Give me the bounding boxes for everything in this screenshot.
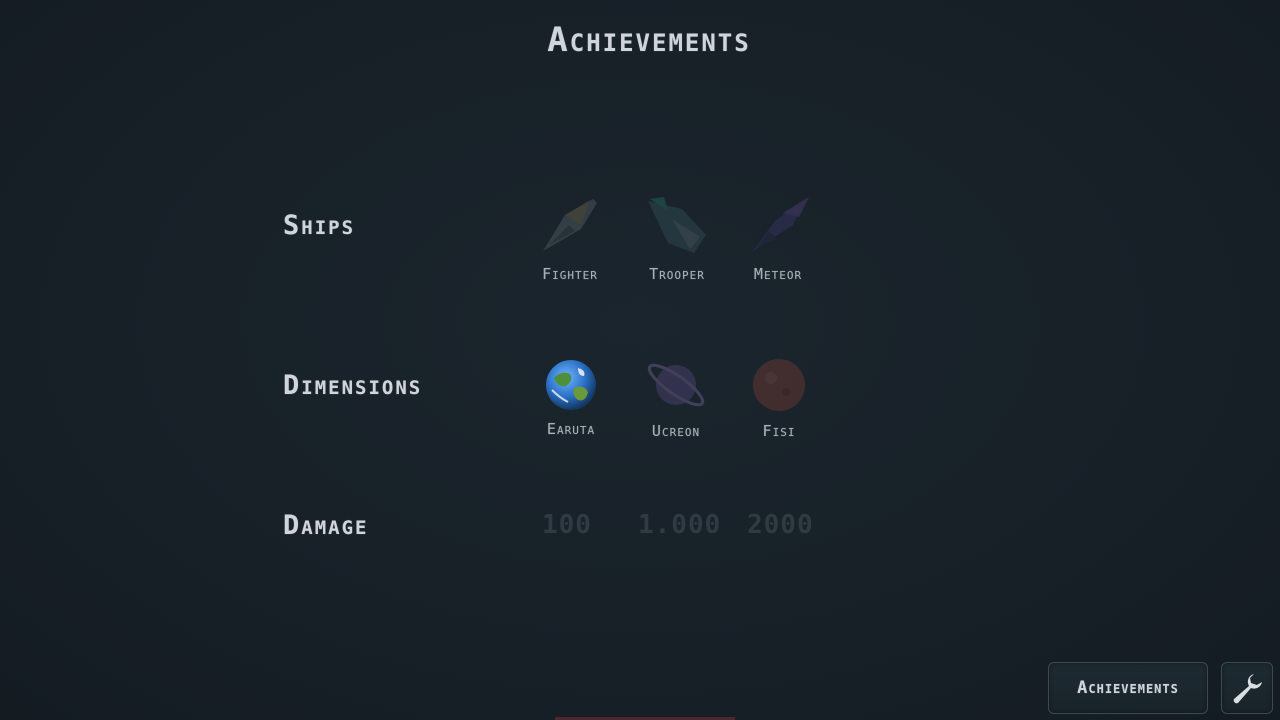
fighter-label: Fighter xyxy=(542,265,598,283)
red-planet-icon xyxy=(753,359,805,411)
fisi-label: Fisi xyxy=(762,422,796,440)
damage-milestone-2000[interactable]: 2000 xyxy=(747,510,814,540)
meteor-ship-icon xyxy=(753,197,809,251)
trooper-ship-icon xyxy=(648,197,706,253)
ships-row-label: Ships xyxy=(283,210,356,241)
damage-milestone-100[interactable]: 100 xyxy=(542,510,592,540)
achievement-ship-fighter[interactable]: Fighter xyxy=(515,195,625,283)
damage-milestone-1000[interactable]: 1.000 xyxy=(638,510,721,540)
achievements-screen: Achievements Ships Fighter Trooper Meteo… xyxy=(0,0,1280,720)
achievements-button[interactable]: Achievements xyxy=(1048,662,1208,714)
achievement-ship-trooper[interactable]: Trooper xyxy=(622,195,732,283)
achievement-dimension-fisi[interactable]: Fisi xyxy=(724,356,834,440)
meteor-label: Meteor xyxy=(753,265,803,283)
trooper-label: Trooper xyxy=(649,265,705,283)
ucreon-label: Ucreon xyxy=(651,422,701,440)
achievement-ship-meteor[interactable]: Meteor xyxy=(723,195,833,283)
earth-planet-icon xyxy=(546,360,596,410)
earuta-label: Earuta xyxy=(546,420,596,438)
wrench-icon xyxy=(1233,674,1262,704)
achievements-button-label: Achievements xyxy=(1077,678,1179,698)
damage-row-label: Damage xyxy=(283,510,369,541)
dimensions-row-label: Dimensions xyxy=(283,370,423,401)
page-title: Achievements xyxy=(547,20,751,60)
achievement-dimension-ucreon[interactable]: Ucreon xyxy=(621,352,731,440)
settings-button[interactable] xyxy=(1221,662,1273,714)
fighter-ship-icon xyxy=(543,199,597,251)
ringed-planet-icon xyxy=(647,363,705,407)
achievement-dimension-earuta[interactable]: Earuta xyxy=(516,358,626,438)
